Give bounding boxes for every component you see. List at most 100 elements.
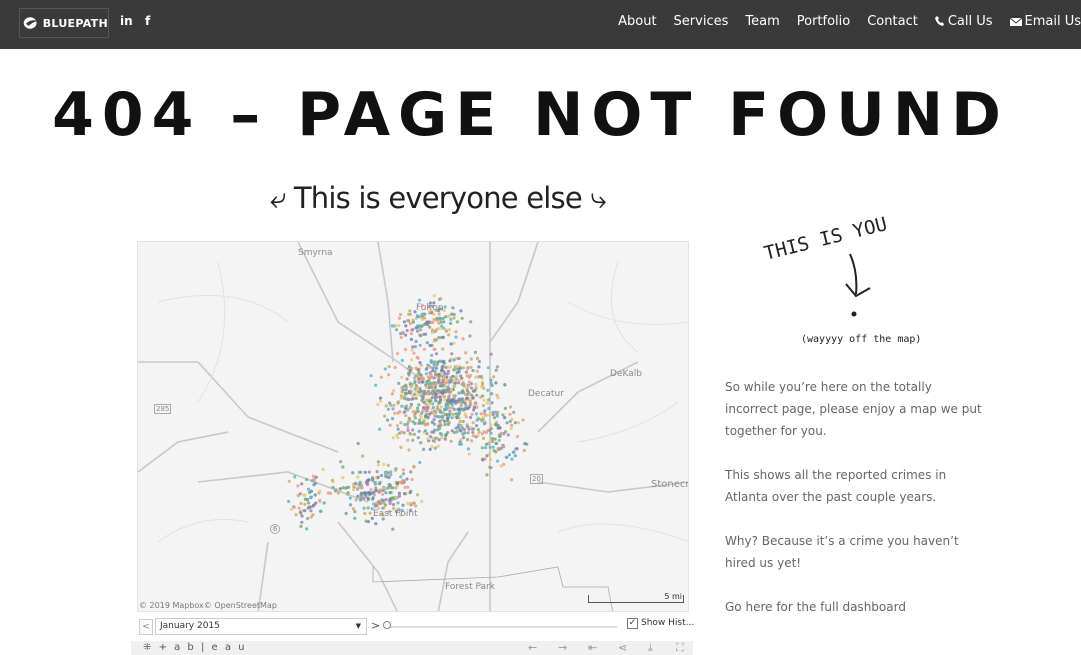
crime-point[interactable] [397, 316, 401, 320]
crime-point[interactable] [341, 476, 345, 480]
crime-point[interactable] [407, 312, 411, 316]
crime-point[interactable] [471, 421, 475, 425]
crime-point[interactable] [409, 337, 413, 341]
crime-point[interactable] [490, 401, 494, 405]
crime-point[interactable] [364, 519, 368, 523]
crime-point[interactable] [467, 380, 471, 384]
crime-point[interactable] [489, 466, 493, 470]
crime-point[interactable] [407, 397, 411, 402]
crime-point[interactable] [437, 426, 442, 431]
crime-point[interactable] [377, 500, 381, 504]
crime-point[interactable] [396, 352, 400, 356]
crime-point[interactable] [503, 416, 507, 420]
map-canvas[interactable] [138, 242, 689, 612]
crime-point[interactable] [318, 498, 322, 502]
crime-point[interactable] [450, 403, 454, 407]
crime-point[interactable] [331, 485, 335, 490]
crime-point[interactable] [488, 445, 492, 449]
crime-point[interactable] [384, 471, 389, 475]
crime-point[interactable] [440, 436, 444, 440]
crime-point[interactable] [422, 406, 426, 410]
crime-point[interactable] [388, 401, 392, 405]
crime-point[interactable] [287, 499, 291, 503]
crime-point[interactable] [483, 409, 487, 413]
crime-point[interactable] [415, 493, 420, 497]
crime-point[interactable] [448, 359, 452, 363]
crime-point[interactable] [431, 405, 436, 410]
crime-point[interactable] [369, 374, 373, 378]
crime-point[interactable] [462, 436, 466, 440]
crime-point[interactable] [450, 352, 454, 356]
crime-point[interactable] [422, 347, 427, 351]
crime-point[interactable] [466, 431, 470, 435]
crime-point[interactable] [442, 408, 447, 412]
crime-point[interactable] [318, 489, 322, 493]
crime-point[interactable] [448, 378, 452, 382]
crime-point[interactable] [312, 503, 316, 507]
crime-point[interactable] [455, 320, 459, 324]
crime-point[interactable] [475, 393, 479, 397]
crime-point[interactable] [442, 376, 446, 380]
crime-point[interactable] [306, 516, 310, 521]
crime-point[interactable] [458, 442, 462, 446]
crime-point[interactable] [480, 432, 484, 436]
crime-point[interactable] [480, 419, 484, 423]
crime-point[interactable] [435, 362, 439, 367]
crime-point[interactable] [408, 309, 412, 313]
crime-point[interactable] [399, 335, 403, 340]
crime-point[interactable] [441, 364, 445, 368]
crime-point[interactable] [440, 368, 444, 372]
crime-point[interactable] [425, 398, 429, 402]
crime-point[interactable] [407, 365, 412, 369]
crime-point[interactable] [409, 432, 413, 436]
crime-point[interactable] [386, 418, 390, 422]
crime-point[interactable] [424, 372, 428, 376]
crime-point[interactable] [378, 488, 382, 492]
crime-point[interactable] [465, 396, 469, 400]
crime-point[interactable] [434, 372, 438, 377]
crime-point[interactable] [468, 399, 472, 403]
share-icon[interactable]: ⋖ [618, 641, 627, 654]
crime-point[interactable] [517, 421, 521, 425]
crime-point[interactable] [509, 426, 513, 431]
crime-point[interactable] [309, 489, 313, 493]
crime-point[interactable] [492, 375, 496, 379]
crime-point[interactable] [400, 404, 404, 408]
crime-point[interactable] [489, 431, 493, 435]
crime-point[interactable] [369, 491, 373, 495]
crime-point[interactable] [412, 432, 416, 436]
crime-point[interactable] [383, 503, 388, 507]
crime-point[interactable] [446, 385, 450, 389]
fullscreen-icon[interactable]: ⛶ [676, 641, 684, 655]
crime-point[interactable] [486, 428, 490, 433]
crime-point[interactable] [467, 384, 471, 388]
crime-point[interactable] [408, 321, 412, 326]
crime-point[interactable] [421, 377, 426, 381]
crime-point[interactable] [512, 410, 516, 414]
crime-point[interactable] [454, 335, 458, 339]
crime-point[interactable] [440, 324, 444, 328]
crime-point[interactable] [309, 509, 313, 513]
crime-point[interactable] [432, 317, 436, 322]
crime-point[interactable] [452, 407, 456, 411]
crime-point[interactable] [436, 444, 440, 448]
crime-point[interactable] [478, 375, 482, 379]
crime-point[interactable] [452, 394, 456, 398]
crime-point[interactable] [494, 368, 498, 372]
crime-point[interactable] [401, 468, 405, 472]
crime-point[interactable] [422, 316, 427, 320]
crime-point[interactable] [308, 505, 312, 509]
crime-point[interactable] [400, 375, 404, 379]
crime-point[interactable] [398, 313, 403, 317]
crime-point[interactable] [384, 404, 388, 408]
crime-point[interactable] [447, 407, 451, 411]
crime-point[interactable] [378, 396, 383, 400]
crime-point[interactable] [322, 501, 326, 505]
crime-point[interactable] [425, 385, 429, 389]
redo-icon[interactable]: → [558, 641, 567, 654]
crime-point[interactable] [470, 394, 474, 398]
crime-point[interactable] [404, 413, 408, 418]
crime-point[interactable] [421, 421, 425, 425]
crime-point[interactable] [304, 477, 309, 482]
crime-point[interactable] [354, 498, 358, 502]
